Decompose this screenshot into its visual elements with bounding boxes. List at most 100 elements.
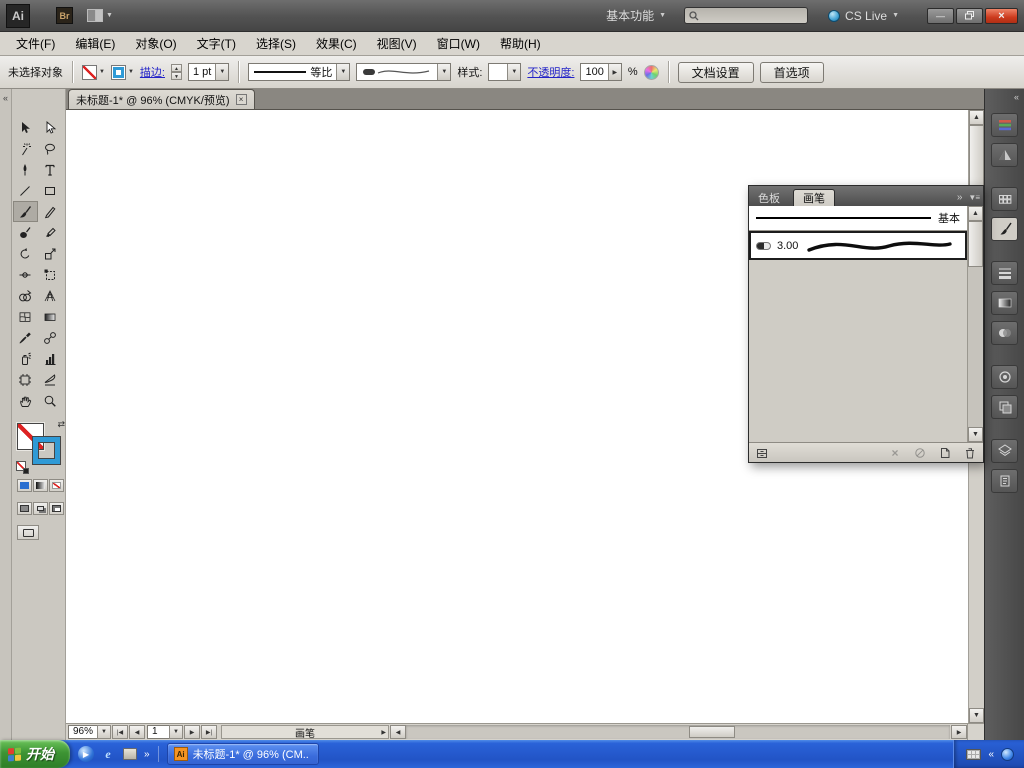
stroke-color-dropdown[interactable]: ▼	[110, 64, 134, 80]
menu-file[interactable]: 文件(F)	[6, 32, 65, 55]
previous-artboard-button[interactable]: ◀	[129, 725, 146, 739]
stroke-swatch[interactable]	[33, 437, 60, 464]
color-panel-button[interactable]	[991, 113, 1018, 137]
tab-brushes[interactable]: 画笔	[793, 189, 835, 206]
network-status-icon[interactable]	[1001, 747, 1014, 761]
internet-explorer-icon[interactable]: e	[100, 746, 116, 762]
free-transform-tool-button[interactable]	[38, 264, 63, 285]
panel-scroll-track[interactable]	[968, 267, 983, 427]
rectangle-tool-button[interactable]	[38, 180, 63, 201]
preferences-button[interactable]: 首选项	[759, 61, 824, 83]
workspace-switcher[interactable]: 基本功能 ▼	[598, 4, 674, 27]
symbol-sprayer-tool-button[interactable]	[13, 348, 38, 369]
pencil-tool-button[interactable]	[38, 201, 63, 222]
arrange-documents-button[interactable]: ▼	[87, 9, 113, 22]
menu-edit[interactable]: 编辑(E)	[65, 32, 125, 55]
first-artboard-button[interactable]: |◀	[112, 725, 129, 739]
zoom-combo[interactable]: 96% ▼	[68, 725, 112, 739]
panel-scrollbar[interactable]: ▲ ▼	[968, 206, 983, 442]
graphic-styles-panel-button[interactable]	[991, 395, 1018, 419]
width-tool-button[interactable]	[13, 264, 38, 285]
panel-scroll-up-icon[interactable]: ▲	[968, 206, 983, 221]
eyedropper-tool-button[interactable]	[13, 327, 38, 348]
stroke-width-combo[interactable]: 1 pt ▼	[187, 63, 230, 81]
stepper-up-icon[interactable]: ▲	[170, 64, 182, 72]
scroll-down-icon[interactable]: ▼	[969, 708, 984, 723]
stroke-panel-link[interactable]: 描边:	[140, 64, 165, 80]
menu-help[interactable]: 帮助(H)	[490, 32, 551, 55]
chevron-down-icon[interactable]: ▼	[437, 64, 451, 80]
menu-select[interactable]: 选择(S)	[246, 32, 306, 55]
brush-definition-dropdown[interactable]: ▼	[356, 63, 452, 81]
symbols-panel-button[interactable]	[991, 365, 1018, 389]
perspective-grid-tool-button[interactable]	[38, 285, 63, 306]
eraser-tool-button[interactable]	[38, 222, 63, 243]
last-artboard-button[interactable]: ▶|	[201, 725, 218, 739]
status-display[interactable]: 画笔 ▶	[221, 725, 390, 740]
draw-normal-button[interactable]	[17, 502, 32, 515]
scroll-up-icon[interactable]: ▲	[969, 110, 984, 125]
column-graph-tool-button[interactable]	[38, 348, 63, 369]
panel-menu-icon[interactable]: ▼≡	[968, 193, 980, 202]
line-segment-tool-button[interactable]	[13, 180, 38, 201]
document-setup-button[interactable]: 文档设置	[677, 61, 754, 83]
fill-color-dropdown[interactable]: ▼	[82, 64, 105, 80]
brushes-panel-button[interactable]	[991, 217, 1018, 241]
recolor-artwork-icon[interactable]	[643, 64, 659, 80]
mesh-tool-button[interactable]	[13, 306, 38, 327]
delete-brush-icon[interactable]	[962, 445, 978, 460]
horizontal-scroll-thumb[interactable]	[688, 726, 735, 738]
options-of-selected-object-icon[interactable]	[912, 445, 928, 460]
chevron-down-icon[interactable]: ▼	[336, 64, 350, 80]
style-dropdown[interactable]: ▼	[488, 63, 522, 81]
color-button[interactable]	[17, 479, 32, 492]
cs-live-button[interactable]: CS Live ▼	[822, 6, 905, 26]
scroll-right-icon[interactable]: ▶	[951, 725, 967, 739]
fill-stroke-indicator[interactable]: ⇄	[16, 419, 65, 474]
panel-scroll-thumb[interactable]	[968, 221, 983, 267]
scroll-left-icon[interactable]: ◀	[390, 725, 407, 739]
stroke-panel-button[interactable]	[991, 261, 1018, 285]
chevron-down-icon[interactable]: ▼	[507, 64, 521, 80]
slice-tool-button[interactable]	[38, 369, 63, 390]
opacity-combo[interactable]: 100 ▶	[580, 63, 622, 81]
scale-tool-button[interactable]	[38, 243, 63, 264]
gradient-button[interactable]	[33, 479, 48, 492]
remove-brush-stroke-icon[interactable]: ×	[887, 445, 903, 460]
status-flyout-icon[interactable]: ▶	[381, 729, 386, 736]
show-desktop-icon[interactable]	[123, 748, 137, 760]
brush-item-basic[interactable]: 基本	[749, 206, 967, 231]
artboard-number-combo[interactable]: 1 ▼	[147, 725, 184, 739]
color-guide-panel-button[interactable]	[991, 143, 1018, 167]
gradient-panel-button[interactable]	[991, 291, 1018, 315]
tray-collapse-icon[interactable]: «	[988, 749, 994, 760]
stroke-width-stepper[interactable]: ▲ ▼	[170, 64, 182, 80]
expand-panels-button[interactable]: «	[985, 89, 1024, 107]
quick-launch-overflow-icon[interactable]: »	[144, 749, 150, 760]
brush-item-calligraphic-selected[interactable]: 3.00	[749, 231, 967, 260]
menu-type[interactable]: 文字(T)	[187, 32, 246, 55]
stepper-down-icon[interactable]: ▼	[170, 72, 182, 80]
transparency-panel-button[interactable]	[991, 321, 1018, 345]
layers-panel-button[interactable]	[991, 439, 1018, 463]
close-button[interactable]: ×	[985, 7, 1018, 24]
collapse-panel-icon[interactable]: »	[957, 192, 963, 203]
chevron-down-icon[interactable]: ▼	[97, 725, 112, 739]
new-brush-icon[interactable]	[937, 445, 953, 460]
hand-tool-button[interactable]	[13, 390, 38, 411]
default-fill-stroke-icon[interactable]	[16, 461, 29, 474]
start-button[interactable]: 开始	[0, 740, 70, 768]
minimize-button[interactable]: —	[927, 7, 954, 24]
zoom-tool-button[interactable]	[38, 390, 63, 411]
artboards-panel-button[interactable]	[991, 469, 1018, 493]
blend-tool-button[interactable]	[38, 327, 63, 348]
media-player-icon[interactable]: ▶	[78, 746, 94, 762]
selection-tool-button[interactable]	[13, 117, 38, 138]
search-input[interactable]	[703, 10, 800, 21]
none-button[interactable]	[49, 479, 64, 492]
search-box[interactable]	[684, 7, 809, 24]
pen-tool-button[interactable]	[13, 159, 38, 180]
width-profile-dropdown[interactable]: 等比 ▼	[248, 63, 351, 81]
restore-button[interactable]	[956, 7, 983, 24]
lasso-tool-button[interactable]	[38, 138, 63, 159]
